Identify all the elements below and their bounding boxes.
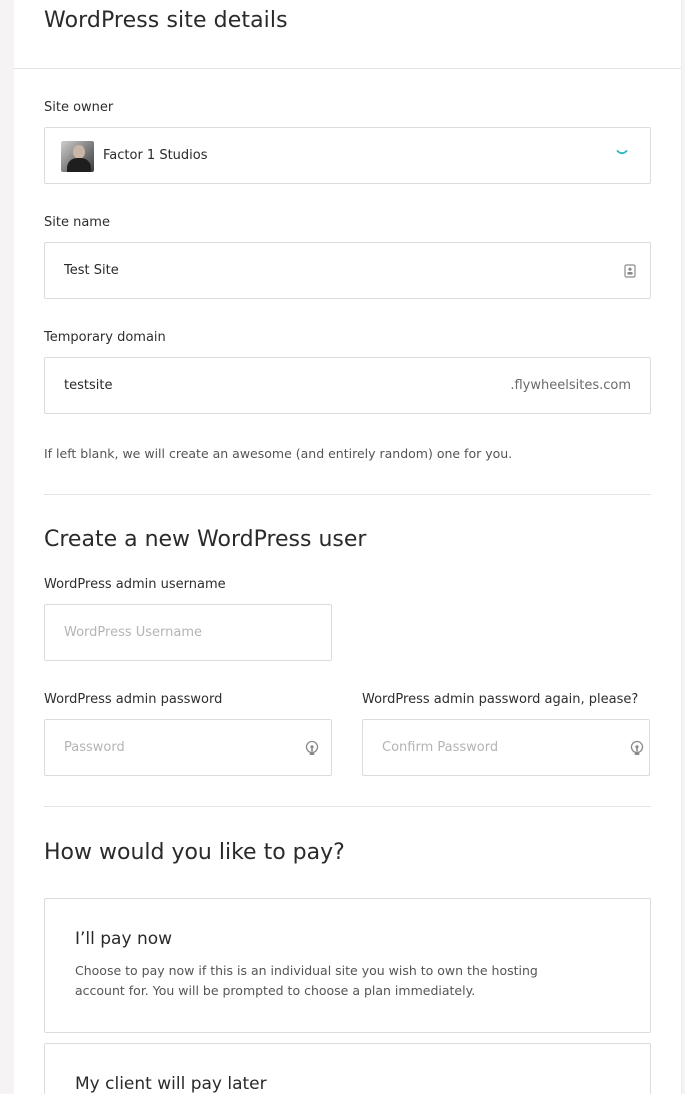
divider [44, 806, 651, 807]
pay-now-option[interactable]: I’ll pay now Choose to pay now if this i… [44, 898, 651, 1033]
site-name-label: Site name [44, 215, 110, 230]
password-input[interactable]: Password [64, 740, 125, 755]
site-name-field[interactable]: Test Site [44, 242, 651, 299]
pay-now-description: Choose to pay now if this is an individu… [75, 963, 538, 998]
temp-domain-input[interactable]: testsite [64, 378, 112, 393]
site-owner-value: Factor 1 Studios [103, 148, 208, 163]
page-title: WordPress site details [44, 8, 288, 33]
password-generate-icon[interactable] [305, 740, 319, 756]
site-details-panel: WordPress site details Site owner Factor… [14, 0, 682, 1094]
site-owner-label: Site owner [44, 100, 114, 115]
password-field[interactable]: Password [44, 719, 332, 776]
confirm-password-input[interactable]: Confirm Password [382, 740, 498, 755]
pay-now-title: I’ll pay now [75, 929, 173, 949]
site-owner-select[interactable]: Factor 1 Studios [44, 127, 651, 184]
temp-domain-hint: If left blank, we will create an awesome… [44, 446, 513, 461]
divider [44, 494, 651, 495]
site-name-input[interactable]: Test Site [64, 263, 119, 278]
temp-domain-label: Temporary domain [44, 330, 166, 345]
username-input[interactable]: WordPress Username [64, 625, 202, 640]
domain-suffix: .flywheelsites.com [510, 378, 631, 393]
password-label: WordPress admin password [44, 692, 223, 707]
temp-domain-field[interactable]: testsite .flywheelsites.com [44, 357, 651, 414]
payment-section-title: How would you like to pay? [44, 840, 345, 865]
contact-card-icon [624, 264, 636, 278]
chevron-down-icon[interactable] [616, 147, 628, 159]
confirm-password-label: WordPress admin password again, please? [362, 692, 639, 707]
username-label: WordPress admin username [44, 577, 226, 592]
avatar-photo-icon [61, 141, 94, 172]
client-pay-later-option[interactable]: My client will pay later [44, 1043, 651, 1094]
wp-user-section-title: Create a new WordPress user [44, 527, 367, 552]
confirm-password-field[interactable]: Confirm Password [362, 719, 650, 776]
username-field[interactable]: WordPress Username [44, 604, 332, 661]
client-pay-later-title: My client will pay later [75, 1074, 267, 1094]
password-generate-icon[interactable] [630, 740, 644, 756]
header: WordPress site details [14, 0, 681, 69]
